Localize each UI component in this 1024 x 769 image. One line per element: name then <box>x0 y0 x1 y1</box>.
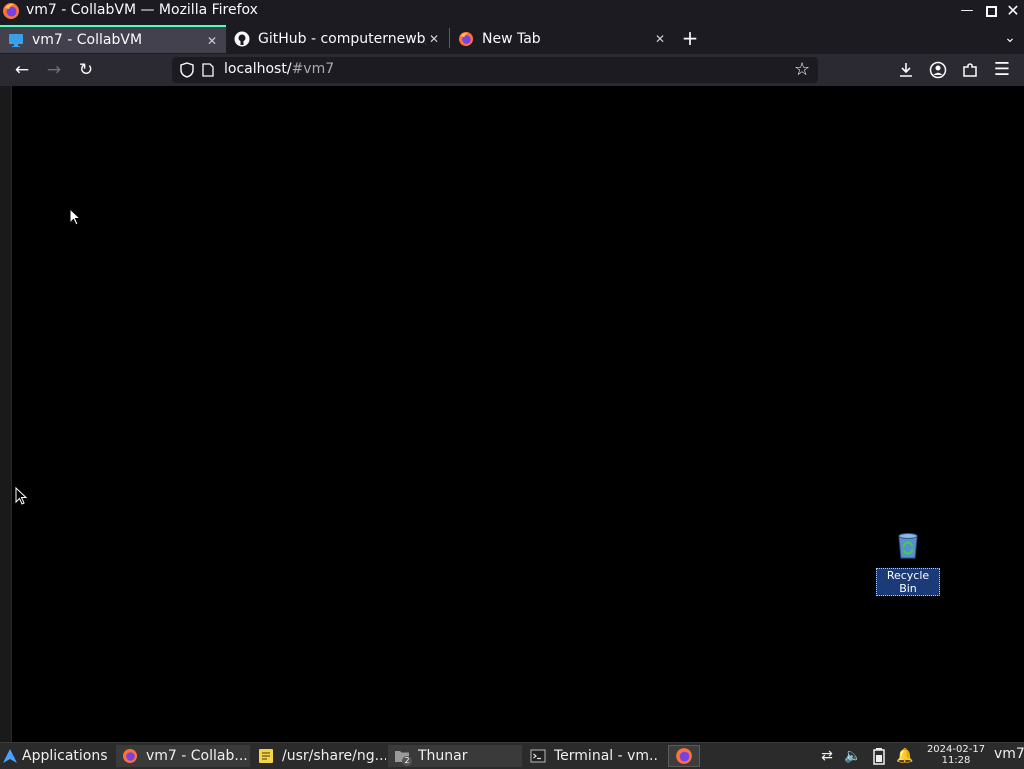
taskbar-item-label: /usr/share/ng... <box>282 748 386 764</box>
maximize-button[interactable] <box>982 2 1000 20</box>
window-titlebar: vm7 - CollabVM — Mozilla Firefox — ✕ <box>0 0 1024 22</box>
collabvm-icon <box>9 34 23 47</box>
vm-screen[interactable] <box>0 86 1024 742</box>
close-tab-icon[interactable]: ✕ <box>426 31 442 47</box>
window-count-badge: 2 <box>402 756 412 766</box>
app-menu-hamburger-icon[interactable]: ☰ <box>990 58 1014 82</box>
url-path: #vm7 <box>291 61 335 77</box>
taskbar-item-label: vm7 - Collab... <box>146 748 248 764</box>
applications-menu-button[interactable]: Applications <box>0 745 114 767</box>
forward-button[interactable]: → <box>42 58 66 82</box>
applications-menu-icon <box>3 749 17 763</box>
tab-label: vm7 - CollabVM <box>32 32 143 48</box>
account-icon[interactable] <box>929 61 947 79</box>
taskbar-item-label: Terminal - vm... <box>554 748 658 764</box>
tab-new-tab[interactable]: New Tab ✕ <box>450 25 674 53</box>
github-icon <box>234 31 250 47</box>
close-window-button[interactable]: ✕ <box>1004 2 1022 20</box>
firefox-logo-icon <box>3 3 19 19</box>
maximize-icon <box>985 6 997 17</box>
taskbar-item-label: Thunar <box>418 748 468 764</box>
new-tab-button[interactable]: + <box>678 26 702 50</box>
close-tab-icon[interactable]: ✕ <box>652 31 668 47</box>
page-icon <box>202 63 214 77</box>
minimize-button[interactable]: — <box>958 2 976 20</box>
clock[interactable]: 2024-02-17 11:28 <box>924 744 988 766</box>
url-text[interactable]: localhost/#vm7 <box>224 61 334 77</box>
notifications-bell-icon[interactable]: 🔔 <box>896 747 914 765</box>
folder-icon: 2 <box>394 748 412 766</box>
tab-label: New Tab <box>482 31 541 47</box>
taskbar: Applications vm7 - Collab... /usr/share/… <box>0 742 1024 769</box>
tab-label: GitHub - computernewb/ <box>258 31 426 47</box>
bookmark-star-icon[interactable]: ☆ <box>794 59 810 80</box>
taskbar-item-thunar[interactable]: 2 Thunar <box>388 745 522 767</box>
shield-icon[interactable] <box>180 62 194 78</box>
text-editor-icon <box>259 749 273 763</box>
taskbar-item-terminal[interactable]: Terminal - vm... <box>524 745 658 767</box>
list-all-tabs-chevron-icon[interactable]: ⌄ <box>998 26 1022 50</box>
url-host: localhost/ <box>224 61 292 77</box>
firefox-icon <box>123 749 137 763</box>
navigation-bar: ← → ↻ localhost/#vm7 ☆ ☰ <box>0 54 1024 87</box>
tab-vm7-collabvm[interactable]: vm7 - CollabVM ✕ <box>0 25 226 53</box>
recycle-bin-desktop-icon[interactable]: Recycle Bin <box>876 530 940 596</box>
volume-icon[interactable]: 🔈 <box>844 747 862 765</box>
recycle-bin-icon <box>898 533 918 559</box>
url-bar[interactable]: localhost/#vm7 ☆ <box>172 57 818 83</box>
window-title: vm7 - CollabVM — Mozilla Firefox <box>26 2 258 18</box>
firefox-icon <box>676 748 692 764</box>
reload-button[interactable]: ↻ <box>74 58 98 82</box>
vm-left-panel-strip <box>0 86 12 742</box>
extensions-puzzle-icon[interactable] <box>961 61 979 79</box>
terminal-icon <box>530 749 546 763</box>
downloads-icon[interactable] <box>897 61 915 79</box>
mouse-cursor-outline-icon <box>15 487 27 505</box>
back-button[interactable]: ← <box>10 58 34 82</box>
tab-github[interactable]: GitHub - computernewb/ ✕ <box>226 25 448 53</box>
clock-time: 11:28 <box>941 755 971 766</box>
applications-label: Applications <box>22 748 108 764</box>
mouse-cursor-icon <box>69 208 81 226</box>
firefox-icon <box>459 32 473 46</box>
user-name[interactable]: vm7 <box>994 746 1024 762</box>
close-tab-icon[interactable]: ✕ <box>204 33 220 49</box>
recycle-bin-label: Recycle Bin <box>876 568 940 596</box>
firefox-launcher-button[interactable] <box>668 745 700 767</box>
battery-icon[interactable] <box>872 747 886 765</box>
tab-bar: vm7 - CollabVM ✕ GitHub - computernewb/ … <box>0 22 1024 54</box>
network-icon[interactable]: ⇄ <box>818 747 836 765</box>
taskbar-item-firefox[interactable]: vm7 - Collab... <box>116 745 250 767</box>
taskbar-item-text-editor[interactable]: /usr/share/ng... <box>252 745 386 767</box>
clock-date: 2024-02-17 <box>926 744 986 755</box>
